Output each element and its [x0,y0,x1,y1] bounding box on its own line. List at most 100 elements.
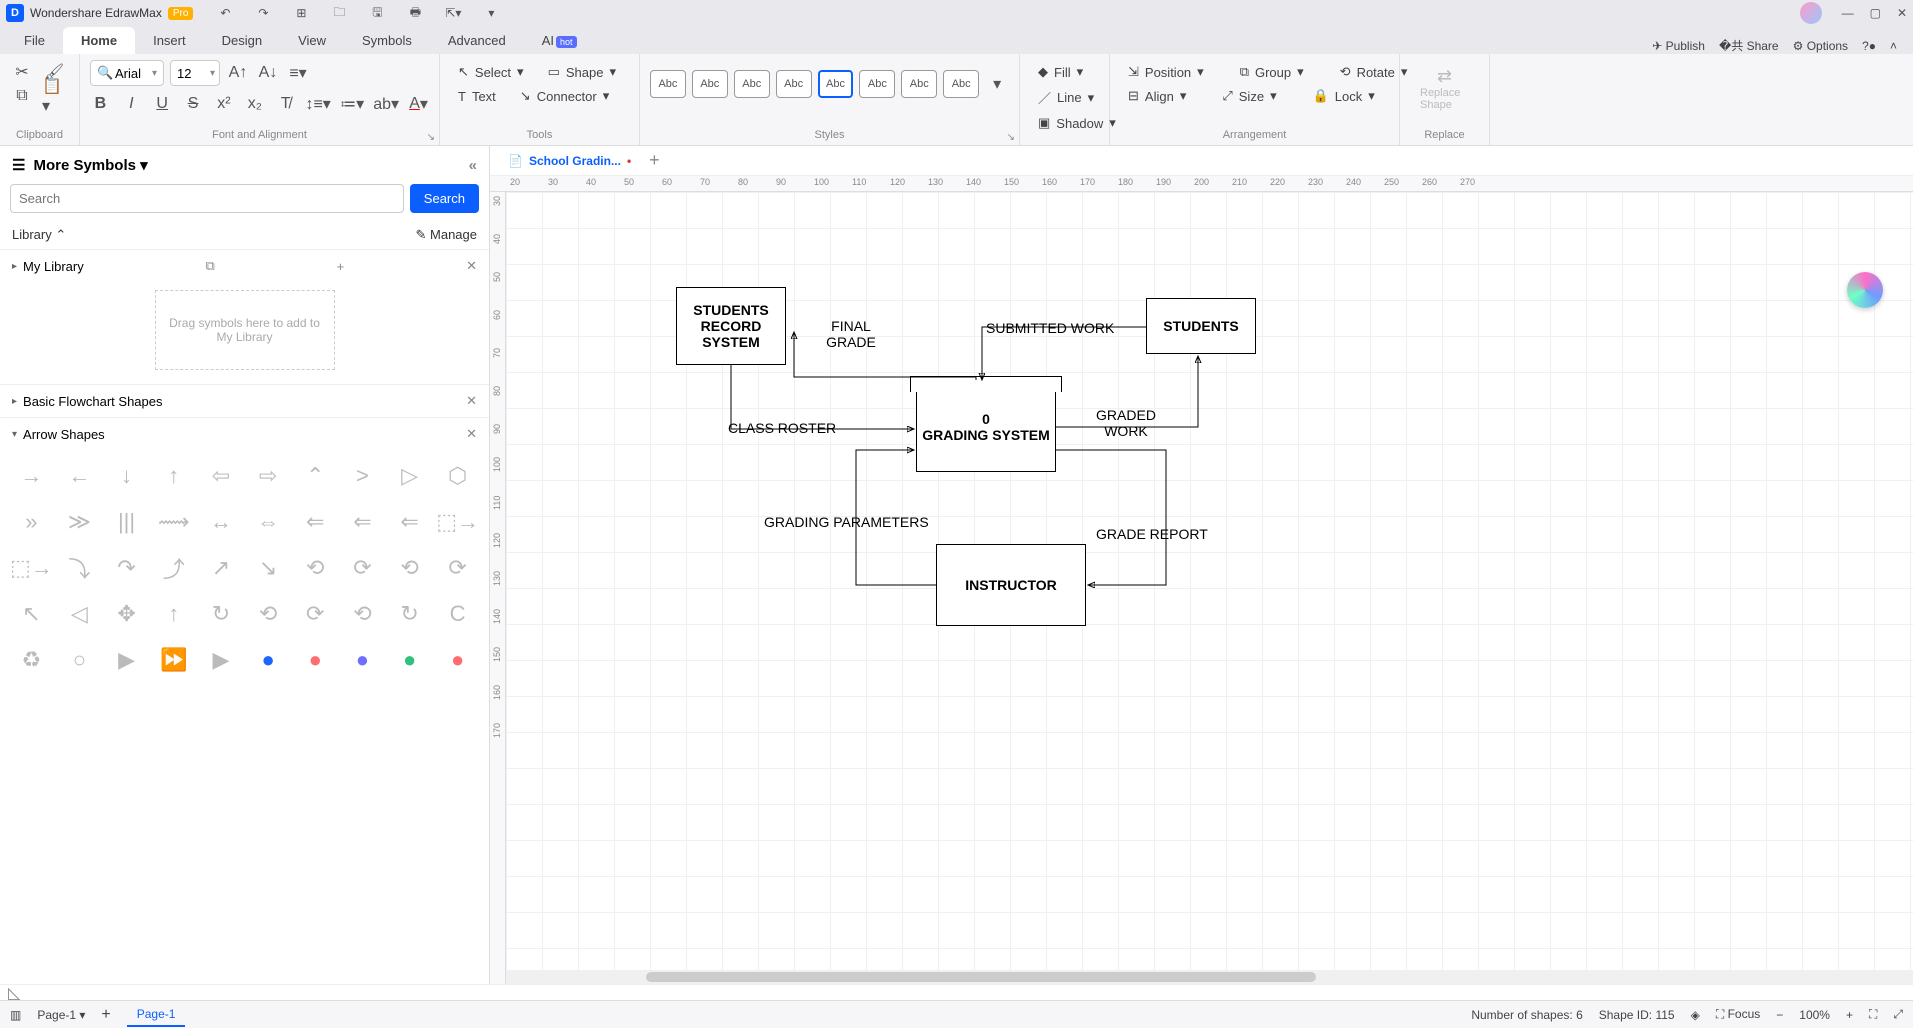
label-class-roster[interactable]: CLASS ROSTER [728,420,836,436]
print-icon[interactable]: 🖶 [403,1,427,25]
canvas[interactable]: STUDENTS RECORD SYSTEM STUDENTS 0 GRADIN… [506,192,1913,970]
arrow-shape-43[interactable]: ⏩ [153,640,194,680]
add-page-button[interactable]: + [101,1006,110,1024]
menu-design[interactable]: Design [204,27,280,54]
arrow-shape-18[interactable]: ⇐ [389,502,430,542]
arrow-shape-40[interactable]: ♻ [10,640,53,680]
symbol-search-input[interactable] [10,184,404,213]
shape-students[interactable]: STUDENTS [1146,298,1256,354]
style-1[interactable]: Abc [650,70,686,98]
select-tool[interactable]: ↖ Select ▾ [450,60,532,84]
layers-icon[interactable]: ◈ [1691,1008,1700,1022]
font-size-select[interactable]: 12 [170,60,220,86]
menu-advanced[interactable]: Advanced [430,27,524,54]
arrow-shape-22[interactable]: ↷ [106,548,147,588]
menu-file[interactable]: File [6,27,63,54]
styles-more-icon[interactable]: ▾ [985,72,1009,96]
maximize-icon[interactable]: ▢ [1870,6,1881,20]
ai-assistant-icon[interactable] [1847,272,1883,308]
arrow-shape-9[interactable]: ⬡ [436,456,479,496]
arrow-shape-28[interactable]: ⟲ [389,548,430,588]
line-tool[interactable]: ／ Line ▾ [1030,84,1099,111]
arrow-shape-2[interactable]: ↓ [106,456,147,496]
menu-view[interactable]: View [280,27,344,54]
export-icon[interactable]: ⇱▾ [441,1,465,25]
fill-tool[interactable]: ◆ Fill ▾ [1030,60,1099,84]
replace-shape-button[interactable]: ⇄ Replace Shape [1410,60,1479,117]
arrow-shape-44[interactable]: ▶ [200,640,241,680]
label-grade-report[interactable]: GRADE REPORT [1096,526,1208,542]
menu-ai[interactable]: AIhot [524,27,595,54]
zoom-level[interactable]: 100% [1799,1008,1830,1022]
arrow-shape-5[interactable]: ⇨ [248,456,289,496]
user-avatar[interactable] [1800,2,1822,24]
style-2[interactable]: Abc [692,70,728,98]
close-icon[interactable]: ✕ [1897,6,1907,20]
shape-students-record[interactable]: STUDENTS RECORD SYSTEM [676,287,786,365]
arrow-shape-26[interactable]: ⟲ [295,548,336,588]
font-name-select[interactable]: 🔍Arial [90,60,164,86]
style-8[interactable]: Abc [943,70,979,98]
more-symbols-title[interactable]: More Symbols ▾ [33,156,147,174]
page-layout-icon[interactable]: ▥ [10,1008,21,1022]
arrow-shape-8[interactable]: ▷ [389,456,430,496]
arrow-shape-27[interactable]: ⟳ [342,548,383,588]
font-color-icon[interactable]: A▾ [408,92,429,116]
my-library-section[interactable]: My Library [23,259,84,274]
qat-more-icon[interactable]: ▾ [479,1,503,25]
horizontal-scrollbar[interactable] [506,970,1913,984]
arrow-shape-32[interactable]: ✥ [106,594,147,634]
arrow-shape-4[interactable]: ⇦ [200,456,241,496]
clear-format-icon[interactable]: T̸ [275,92,296,116]
superscript-icon[interactable]: x² [214,92,235,116]
close-section-icon[interactable]: ✕ [466,426,477,442]
arrow-shape-1[interactable]: ← [59,456,100,496]
italic-icon[interactable]: I [121,92,142,116]
arrow-shape-6[interactable]: ⌃ [295,456,336,496]
page-tab-1[interactable]: Page-1 [127,1003,186,1027]
arrow-shape-24[interactable]: ↗ [200,548,241,588]
case-icon[interactable]: ab▾ [374,92,398,116]
new-icon[interactable]: ⊞ [289,1,313,25]
collapse-ribbon-icon[interactable]: ˄ [1890,39,1897,53]
menu-insert[interactable]: Insert [135,27,204,54]
paste-icon[interactable]: 📋▾ [42,84,66,108]
arrow-shape-36[interactable]: ⟳ [295,594,336,634]
arrow-shape-34[interactable]: ↻ [200,594,241,634]
label-final-grade[interactable]: FINAL GRADE [816,318,886,350]
close-section-icon[interactable]: ✕ [466,393,477,409]
style-4[interactable]: Abc [776,70,812,98]
symbol-search-button[interactable]: Search [410,184,479,213]
basic-flowchart-section[interactable]: Basic Flowchart Shapes [23,394,162,409]
lock-tool[interactable]: 🔒 Lock ▾ [1305,84,1383,108]
arrow-shape-29[interactable]: ⟳ [436,548,479,588]
arrow-shape-39[interactable]: C [436,594,479,634]
zoom-out-button[interactable]: − [1776,1008,1783,1022]
arrow-shape-0[interactable]: → [10,456,53,496]
minimize-icon[interactable]: — [1842,6,1854,20]
decrease-font-icon[interactable]: A↓ [256,61,280,85]
arrow-shape-46[interactable]: ● [295,640,336,680]
align-tool[interactable]: ⊟ Align ▾ [1120,84,1194,108]
line-spacing-icon[interactable]: ↕≡▾ [306,92,330,116]
arrow-shape-35[interactable]: ⟲ [248,594,289,634]
underline-icon[interactable]: U [152,92,173,116]
shape-instructor[interactable]: INSTRUCTOR [936,544,1086,626]
arrow-shape-14[interactable]: ↔ [200,502,241,542]
document-tab[interactable]: 📄 School Gradin... • [500,150,639,172]
arrow-shape-47[interactable]: ● [342,640,383,680]
collapse-panel-icon[interactable]: « [469,157,477,174]
cut-icon[interactable]: ✂ [10,60,34,84]
arrow-shape-45[interactable]: ● [248,640,289,680]
style-6[interactable]: Abc [859,70,895,98]
arrow-shapes-section[interactable]: Arrow Shapes [23,427,105,442]
bullets-icon[interactable]: ≔▾ [340,92,364,116]
library-dropdown[interactable]: Library ⌃ [12,227,66,243]
focus-button[interactable]: ⛶ Focus [1716,1007,1760,1022]
help-icon[interactable]: ?● [1862,39,1876,53]
arrow-shape-21[interactable]: ⤵ [59,548,100,588]
open-icon[interactable]: 🗀 [327,1,351,25]
add-to-lib-icon[interactable]: ⧉ [206,258,215,274]
share-button[interactable]: �共 Share [1719,37,1779,54]
arrow-shape-15[interactable]: ⇔ [248,502,289,542]
